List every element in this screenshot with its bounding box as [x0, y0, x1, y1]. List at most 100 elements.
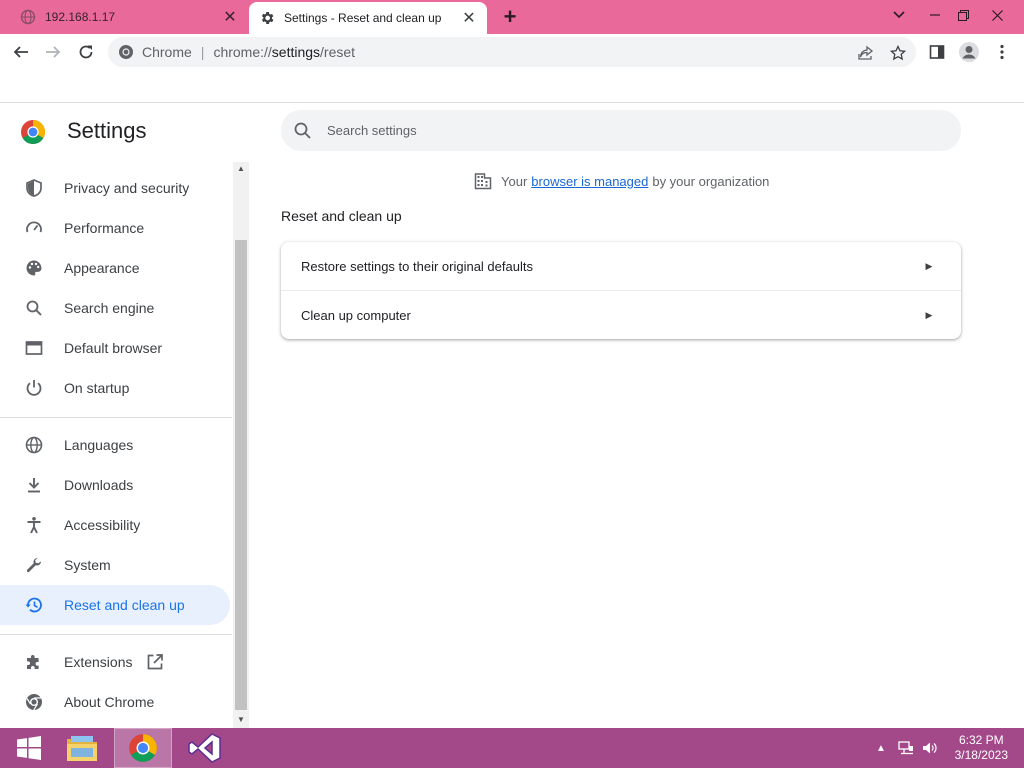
- tab-title: 192.168.1.17: [45, 10, 116, 24]
- network-icon[interactable]: [897, 740, 915, 756]
- arrow-right-icon: ▶: [925, 309, 933, 320]
- address-bar[interactable]: Chrome | chrome://settings/reset: [108, 37, 916, 67]
- site-chip-label: Chrome: [142, 44, 192, 60]
- sidebar-item-system[interactable]: System: [0, 545, 230, 585]
- close-tab-icon[interactable]: ✕: [459, 8, 479, 28]
- chrome-logo-icon: [21, 120, 46, 145]
- speedometer-icon: [24, 218, 44, 238]
- sidebar-scrollbar-thumb[interactable]: [235, 240, 247, 710]
- clean-up-computer-row[interactable]: Clean up computer ▶: [281, 291, 961, 339]
- tab-settings[interactable]: Settings - Reset and clean up ✕: [249, 2, 487, 34]
- tab-192-168-1-17[interactable]: 192.168.1.17 ✕: [0, 0, 248, 34]
- chrome-icon[interactable]: [114, 728, 172, 768]
- search-icon: [24, 298, 44, 318]
- sidebar-item-on-startup[interactable]: On startup: [0, 368, 230, 408]
- page-title: Settings: [67, 118, 147, 143]
- sidebar-item-label: About Chrome: [64, 694, 155, 710]
- tab-title: Settings - Reset and clean up: [284, 11, 442, 25]
- volume-icon[interactable]: [921, 740, 939, 756]
- restore-settings-row[interactable]: Restore settings to their original defau…: [281, 242, 961, 290]
- sidebar-item-about-chrome[interactable]: About Chrome: [0, 682, 230, 722]
- scroll-down-arrow-icon[interactable]: ▼: [236, 714, 246, 724]
- clock-time: 6:32 PM: [958, 733, 1004, 747]
- search-input[interactable]: [327, 123, 927, 138]
- sidebar-item-label: Languages: [64, 437, 134, 453]
- toolbar-divider: [0, 102, 1024, 103]
- sidebar-item-extensions[interactable]: Extensions: [0, 642, 230, 682]
- sidebar-item-label: Performance: [64, 220, 145, 236]
- clock-date: 3/18/2023: [954, 748, 1008, 762]
- side-panel-icon[interactable]: [922, 37, 952, 67]
- palette-icon: [24, 258, 44, 278]
- system-clock[interactable]: 6:32 PM 3/18/2023: [955, 733, 1008, 763]
- globe-icon: [20, 9, 36, 25]
- sidebar-item-label: On startup: [64, 380, 130, 396]
- chrome-site-icon: [119, 45, 133, 59]
- windows-start-icon[interactable]: [0, 728, 58, 768]
- sidebar-item-label: Privacy and security: [64, 180, 190, 196]
- browser-toolbar: Chrome | chrome://settings/reset: [0, 34, 1024, 70]
- gear-icon: [259, 10, 275, 26]
- row-label: Clean up computer: [301, 307, 411, 323]
- building-icon: [474, 173, 492, 190]
- sidebar-item-label: Extensions: [64, 654, 133, 670]
- reload-icon[interactable]: [71, 37, 101, 67]
- sidebar-item-privacy-and-security[interactable]: Privacy and security: [0, 168, 230, 208]
- search-settings-box[interactable]: [281, 110, 961, 151]
- back-arrow-icon[interactable]: [6, 37, 36, 67]
- row-label: Restore settings to their original defau…: [301, 258, 533, 274]
- sidebar-item-default-browser[interactable]: Default browser: [0, 328, 230, 368]
- sidebar-item-search-engine[interactable]: Search engine: [0, 288, 230, 328]
- share-icon[interactable]: [857, 44, 875, 62]
- sidebar-item-downloads[interactable]: Downloads: [0, 465, 230, 505]
- more-menu-icon[interactable]: [987, 37, 1017, 67]
- sidebar-item-label: Downloads: [64, 477, 134, 493]
- wrench-icon: [24, 555, 44, 575]
- sidebar-item-performance[interactable]: Performance: [0, 208, 230, 248]
- url-text: chrome://settings/reset: [213, 44, 356, 60]
- browser-managed-link[interactable]: browser is managed: [531, 174, 648, 189]
- sidebar-item-languages[interactable]: Languages: [0, 425, 230, 465]
- sidebar-item-reset-and-clean-up[interactable]: Reset and clean up: [0, 585, 230, 625]
- close-icon[interactable]: [980, 0, 1014, 30]
- sidebar-item-label: Default browser: [64, 340, 163, 356]
- managed-suffix: by your organization: [652, 173, 770, 189]
- profile-avatar-icon[interactable]: [954, 37, 984, 67]
- sidebar-divider: [0, 417, 232, 418]
- show-hidden-icons-icon[interactable]: ▲: [874, 740, 888, 756]
- bookmark-star-icon[interactable]: [889, 44, 907, 62]
- section-title: Reset and clean up: [281, 208, 402, 224]
- sidebar-item-label: Reset and clean up: [64, 597, 185, 613]
- sidebar-divider: [0, 634, 232, 635]
- file-explorer-icon[interactable]: [53, 728, 111, 768]
- scroll-up-arrow-icon[interactable]: ▲: [236, 163, 246, 173]
- chrome-icon: [24, 692, 44, 712]
- sidebar-item-label: Search engine: [64, 300, 155, 316]
- reset-settings-card: Restore settings to their original defau…: [281, 242, 961, 339]
- managed-prefix: Your: [501, 173, 528, 189]
- managed-notice: Your browser is managed by your organiza…: [474, 172, 769, 190]
- search-icon: [294, 122, 311, 139]
- open-in-new-icon: [146, 653, 164, 671]
- new-tab-plus-icon[interactable]: +: [498, 4, 522, 29]
- arrow-right-icon: ▶: [925, 260, 933, 271]
- tab-strip: 192.168.1.17 ✕ Settings - Reset and clea…: [0, 0, 1024, 34]
- close-tab-icon[interactable]: ✕: [220, 7, 240, 27]
- sidebar-item-label: Appearance: [64, 260, 140, 276]
- forward-arrow-icon[interactable]: [38, 37, 68, 67]
- omnibox-separator: |: [200, 44, 205, 60]
- visual-studio-icon[interactable]: [176, 728, 234, 768]
- accessibility-icon: [24, 515, 44, 535]
- download-icon: [24, 475, 44, 495]
- taskbar: ▲ 6:32 PM 3/18/2023: [0, 728, 1024, 768]
- restore-icon[interactable]: [946, 0, 980, 30]
- settings-sidebar: Privacy and security Performance Appeara…: [0, 162, 232, 728]
- globe-icon: [24, 435, 44, 455]
- reset-history-icon: [24, 595, 44, 615]
- shield-icon: [24, 178, 44, 198]
- sidebar-item-appearance[interactable]: Appearance: [0, 248, 230, 288]
- puzzle-icon: [24, 652, 44, 672]
- sidebar-item-accessibility[interactable]: Accessibility: [0, 505, 230, 545]
- sidebar-item-label: Accessibility: [64, 517, 141, 533]
- chevron-down-icon[interactable]: [882, 0, 916, 30]
